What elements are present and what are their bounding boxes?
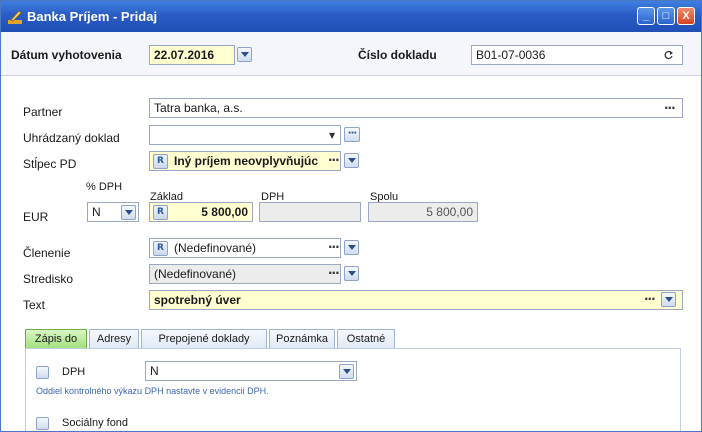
total-amount-field: 5 800,00 xyxy=(368,202,478,222)
date-picker-button[interactable] xyxy=(237,47,252,62)
r-badge-icon: R xyxy=(153,205,168,220)
division-field[interactable]: (Nedefinované) xyxy=(149,238,341,258)
close-button[interactable]: X xyxy=(677,7,695,25)
date-field[interactable]: 22.07.2016 xyxy=(149,45,235,65)
chevron-down-icon xyxy=(665,297,673,302)
pencil-icon xyxy=(8,10,22,24)
chevron-down-icon xyxy=(241,52,249,57)
dph-checkbox[interactable] xyxy=(36,366,49,379)
chevron-down-icon xyxy=(343,369,351,374)
text-label: Text xyxy=(23,298,46,312)
dph-label: DPH xyxy=(62,366,86,378)
paid-doc-browse-button[interactable]: ··· xyxy=(344,127,360,142)
text-dropdown-button[interactable] xyxy=(661,292,676,307)
maximize-button[interactable]: □ xyxy=(657,7,675,25)
vat-pct-dropdown-button[interactable] xyxy=(121,205,136,220)
center-field[interactable]: (Nedefinované) xyxy=(149,264,341,284)
division-label: Členenie xyxy=(23,246,71,260)
paid-doc-field[interactable] xyxy=(149,125,341,145)
column-field[interactable]: Iný príjem neovplyvňujúc xyxy=(149,151,341,171)
chevron-down-icon xyxy=(348,271,356,276)
r-badge-icon: R xyxy=(153,154,168,169)
center-dropdown-button[interactable] xyxy=(344,266,359,281)
social-fund-checkbox[interactable] xyxy=(36,417,49,430)
dph-field[interactable]: N xyxy=(145,361,357,381)
doc-number-field[interactable]: B01-07-0036 xyxy=(471,45,683,65)
paid-doc-dropdown-icon[interactable]: ▼ xyxy=(329,131,335,140)
chevron-down-icon xyxy=(348,158,356,163)
r-badge-icon: R xyxy=(153,241,168,256)
refresh-icon[interactable] xyxy=(663,50,674,61)
column-dropdown-button[interactable] xyxy=(344,153,359,168)
doc-number-label: Číslo dokladu xyxy=(358,48,437,62)
paid-doc-label: Uhrádzaný doklad xyxy=(23,131,120,145)
dph-dropdown-button[interactable] xyxy=(339,364,354,379)
column-more-icon[interactable]: ··· xyxy=(328,153,340,167)
tab-panel: DPH N Oddiel kontrolného výkazu DPH nast… xyxy=(25,348,681,431)
tab-poznamka[interactable]: Poznámka xyxy=(269,329,335,349)
tab-zapis-do[interactable]: Zápis do xyxy=(25,329,87,349)
date-label: Dátum vyhotovenia xyxy=(11,48,122,62)
title-bar[interactable]: Banka Príjem - Pridaj _ □ X xyxy=(1,1,701,32)
center-more-icon[interactable]: ··· xyxy=(328,266,340,280)
vat-amount-field xyxy=(259,202,361,222)
currency-label: EUR xyxy=(23,210,49,224)
division-dropdown-button[interactable] xyxy=(344,240,359,255)
dph-hint-text: Oddiel kontrolného výkazu DPH nastavte v… xyxy=(36,386,269,396)
header-row: Dátum vyhotovenia 22.07.2016 Číslo dokla… xyxy=(1,32,701,76)
vat-pct-label: % DPH xyxy=(86,181,123,193)
tab-adresy[interactable]: Adresy xyxy=(89,329,139,349)
minimize-button[interactable]: _ xyxy=(637,7,655,25)
chevron-down-icon xyxy=(348,245,356,250)
division-more-icon[interactable]: ··· xyxy=(328,240,340,254)
center-label: Stredisko xyxy=(23,272,74,286)
partner-field[interactable]: Tatra banka, a.s. xyxy=(149,98,683,118)
tab-ostatne[interactable]: Ostatné xyxy=(337,329,395,349)
window-title: Banka Príjem - Pridaj xyxy=(27,9,158,24)
dialog-window: Banka Príjem - Pridaj _ □ X Dátum vyhoto… xyxy=(0,0,702,432)
text-more-icon[interactable]: ··· xyxy=(644,292,656,306)
tab-prepojene-doklady[interactable]: Prepojené doklady xyxy=(141,329,267,349)
social-fund-label: Sociálny fond xyxy=(62,417,129,429)
text-field[interactable]: spotrebný úver xyxy=(149,290,683,310)
column-label: Stĺpec PD xyxy=(23,157,77,171)
partner-more-icon[interactable]: ··· xyxy=(664,101,676,115)
chevron-down-icon xyxy=(125,210,133,215)
partner-label: Partner xyxy=(23,105,63,119)
